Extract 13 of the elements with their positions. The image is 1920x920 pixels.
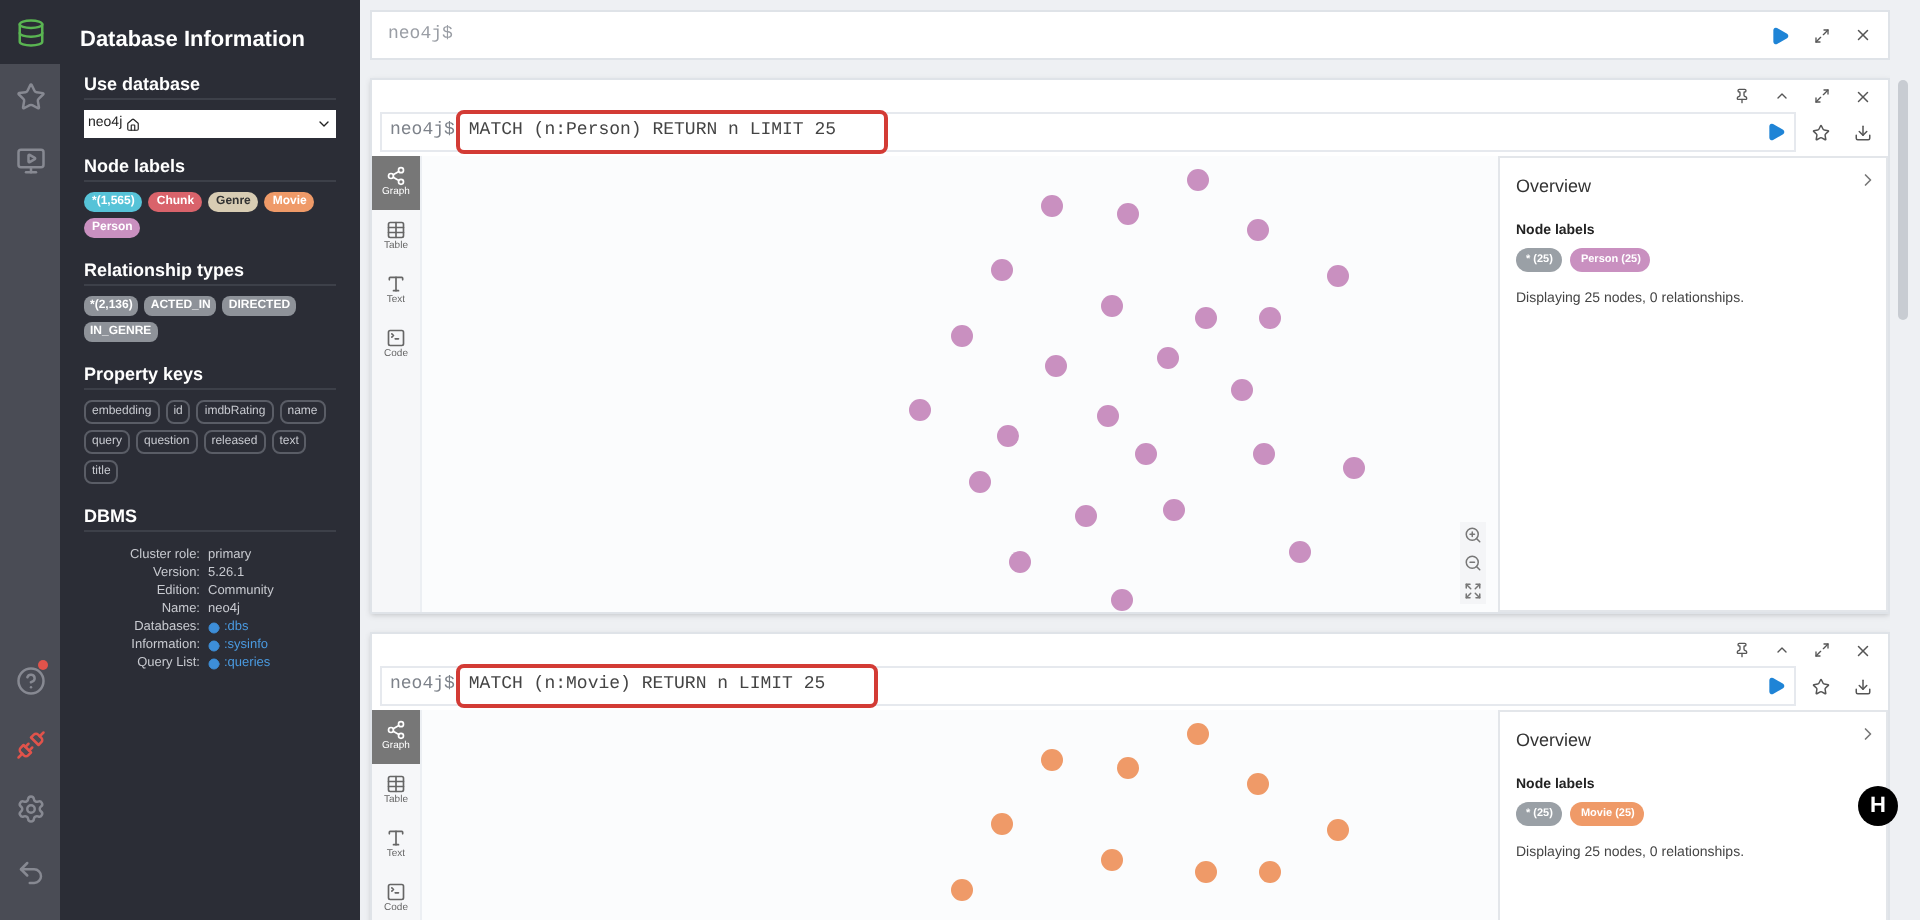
section-heading: Property keys xyxy=(84,364,204,384)
panel-title: Overview xyxy=(1516,728,1594,754)
panel-title: Overview xyxy=(1516,174,1594,200)
query-text: MATCH (n:Movie) RETURN n LIMIT 25 xyxy=(456,664,878,708)
section-heading: Relationship types xyxy=(84,260,245,280)
query-text: MATCH (n:Person) RETURN n LIMIT 25 xyxy=(456,110,889,154)
section-heading: Node labels xyxy=(84,156,186,176)
prompt-text: neo4j$ xyxy=(390,672,455,699)
section-heading: DBMS xyxy=(84,506,137,526)
prompt-text: neo4j$ xyxy=(388,21,453,48)
sidebar-title: Database Information xyxy=(80,28,307,52)
prompt-text: neo4j$ xyxy=(390,118,455,145)
section-heading: Use database xyxy=(84,74,201,94)
